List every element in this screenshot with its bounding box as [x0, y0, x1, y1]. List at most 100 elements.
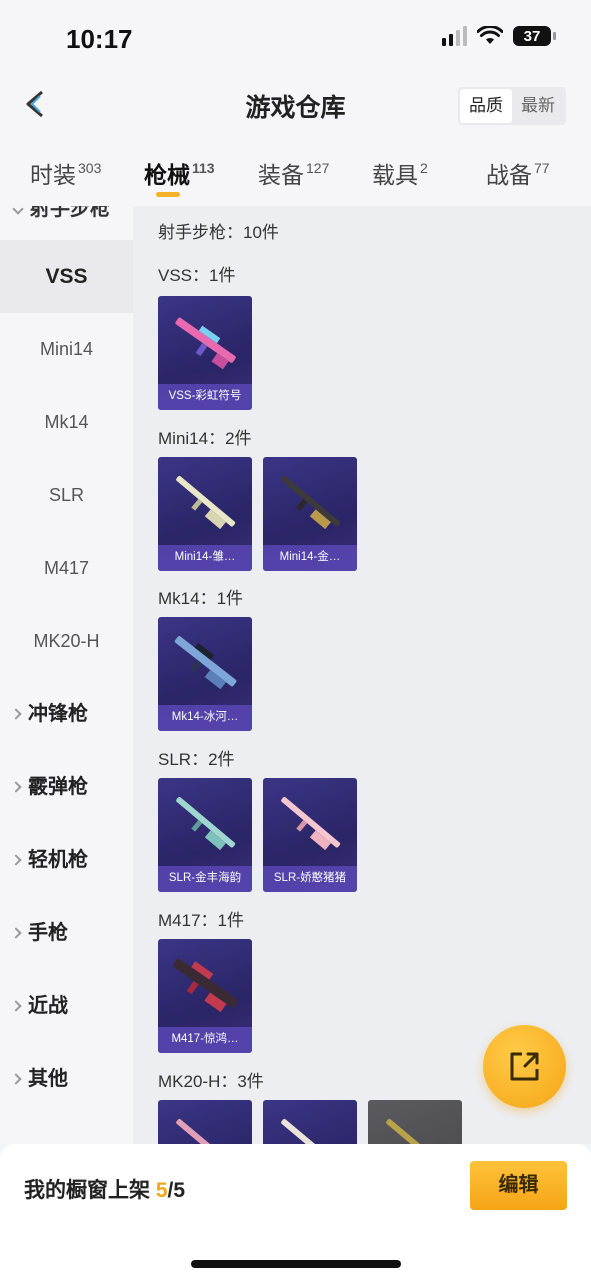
item-card[interactable]: SLR-娇憨猪猪: [263, 778, 357, 892]
sort-quality-button[interactable]: 品质: [460, 89, 512, 123]
tab-label: 时装: [30, 162, 76, 188]
tab-outfits[interactable]: 时装 303: [30, 156, 101, 190]
tab-count: 113: [192, 160, 215, 176]
rifle-icon: [176, 796, 236, 851]
section-title-mk20h: MK20-H：3件: [158, 1072, 264, 1091]
home-indicator: [191, 1260, 401, 1268]
item-name: VSS-彩虹符号: [158, 384, 252, 410]
item-name: M417-惊鸿…: [158, 1027, 252, 1053]
rifle-icon: [173, 958, 238, 1013]
share-icon: [510, 1052, 539, 1081]
sidebar-item-m417[interactable]: M417: [0, 532, 133, 605]
chevron-right-icon: [10, 854, 22, 866]
item-name: SLR-娇憨猪猪: [263, 866, 357, 892]
section-title-vss: VSS：1件: [158, 266, 236, 285]
tab-label: 枪械: [144, 162, 190, 188]
item-card[interactable]: SLR-金丰海韵: [158, 778, 252, 892]
wifi-icon: [477, 26, 503, 44]
sidebar-item-slr[interactable]: SLR: [0, 459, 133, 532]
item-card[interactable]: Mini14-金…: [263, 457, 357, 571]
section-title-slr: SLR：2件: [158, 750, 235, 769]
item-grid-panel: 射手步枪：10件 VSS：1件 VSS-彩虹符号 Mini14：2件 Mini1…: [133, 206, 591, 1144]
tab-label: 战备: [486, 162, 532, 188]
item-name: SLR-金丰海韵: [158, 866, 252, 892]
sidebar-item-mk20h[interactable]: MK20-H: [0, 605, 133, 678]
chevron-right-icon: [10, 927, 22, 939]
sidebar: 射手步枪 VSS Mini14 Mk14 SLR M417 MK20-H 冲锋枪…: [0, 206, 133, 1144]
item-name: Mini14-金…: [263, 545, 357, 571]
sidebar-category-label: 霰弹枪: [28, 776, 88, 798]
status-icons: 37: [442, 26, 556, 46]
sidebar-category-label: 冲锋枪: [28, 703, 88, 725]
rifle-icon: [175, 317, 236, 370]
item-card[interactable]: M417-惊鸿…: [158, 939, 252, 1053]
share-fab-button[interactable]: [483, 1025, 566, 1108]
sidebar-category-pistol[interactable]: 手枪: [0, 897, 133, 970]
sidebar-item-mk14[interactable]: Mk14: [0, 386, 133, 459]
sidebar-group-marksman[interactable]: 射手步枪: [12, 206, 110, 221]
group-header: 射手步枪：10件: [158, 223, 279, 242]
item-name: Mini14-雏…: [158, 545, 252, 571]
chevron-right-icon: [10, 708, 22, 720]
chevron-right-icon: [10, 1000, 22, 1012]
tab-count: 77: [534, 160, 550, 176]
chevron-left-icon: [26, 90, 43, 118]
sidebar-category-label: 其他: [28, 1068, 68, 1090]
shelf-count: 5: [155, 1179, 168, 1202]
battery-icon: 37: [513, 26, 556, 46]
sidebar-category-other[interactable]: 其他: [0, 1043, 133, 1116]
shelf-status: 我的橱窗上架 5/5: [24, 1174, 185, 1204]
shelf-total: /5: [167, 1179, 186, 1202]
rifle-icon: [281, 475, 341, 530]
tab-supplies[interactable]: 战备 77: [486, 156, 550, 190]
tab-label: 载具: [372, 162, 418, 188]
item-card[interactable]: Mini14-雏…: [158, 457, 252, 571]
sidebar-item-vss[interactable]: VSS: [0, 240, 133, 313]
tab-count: 303: [78, 160, 102, 176]
tab-firearms[interactable]: 枪械 113: [144, 156, 215, 190]
item-card[interactable]: Mk14-冰河…: [158, 617, 252, 731]
tab-equipment[interactable]: 装备 127: [258, 156, 329, 190]
sidebar-item-mini14[interactable]: Mini14: [0, 313, 133, 386]
tab-label: 装备: [258, 162, 304, 188]
item-card[interactable]: [263, 1100, 357, 1144]
tab-count: 2: [420, 160, 428, 176]
section-title-m417: M417：1件: [158, 911, 244, 930]
sort-toggle: 品质 最新: [458, 87, 566, 125]
rifle-icon: [281, 796, 341, 851]
sidebar-category-melee[interactable]: 近战: [0, 970, 133, 1043]
sidebar-category-label: 近战: [28, 995, 68, 1017]
chevron-right-icon: [10, 781, 22, 793]
active-tab-indicator: [156, 192, 180, 197]
section-title-mk14: Mk14：1件: [158, 589, 244, 608]
bottom-bar: 我的橱窗上架 5/5 编辑: [0, 1144, 591, 1280]
shelf-label: 我的橱窗上架: [24, 1179, 150, 1202]
sort-newest-button[interactable]: 最新: [512, 89, 564, 123]
tab-vehicles[interactable]: 载具 2: [372, 156, 428, 190]
sidebar-category-smg[interactable]: 冲锋枪: [0, 678, 133, 751]
cellular-signal-icon: [442, 26, 467, 46]
chevron-right-icon: [10, 1073, 22, 1085]
sidebar-category-label: 手枪: [28, 922, 68, 944]
sidebar-category-lmg[interactable]: 轻机枪: [0, 824, 133, 897]
rifle-icon: [281, 1118, 341, 1144]
category-tabs: 时装 303 枪械 113 装备 127 载具 2 战备 77: [0, 140, 591, 206]
back-button[interactable]: [18, 84, 58, 124]
section-title-mini14: Mini14：2件: [158, 429, 252, 448]
item-card[interactable]: VSS-彩虹符号: [158, 296, 252, 410]
sidebar-category-label: 轻机枪: [28, 849, 88, 871]
status-bar: 10:17 37: [0, 0, 591, 72]
sidebar-group-label: 射手步枪: [30, 206, 110, 220]
nav-bar: 游戏仓库 品质 最新: [0, 72, 591, 140]
item-card[interactable]: [158, 1100, 252, 1144]
edit-button[interactable]: 编辑: [470, 1161, 567, 1210]
item-name: Mk14-冰河…: [158, 705, 252, 731]
chevron-down-icon: [12, 206, 24, 215]
sidebar-category-shotgun[interactable]: 霰弹枪: [0, 751, 133, 824]
rifle-icon: [386, 1118, 446, 1144]
tab-count: 127: [306, 160, 330, 176]
item-card[interactable]: [368, 1100, 462, 1144]
status-time: 10:17: [66, 24, 133, 54]
rifle-icon: [174, 636, 237, 690]
rifle-icon: [176, 475, 236, 530]
